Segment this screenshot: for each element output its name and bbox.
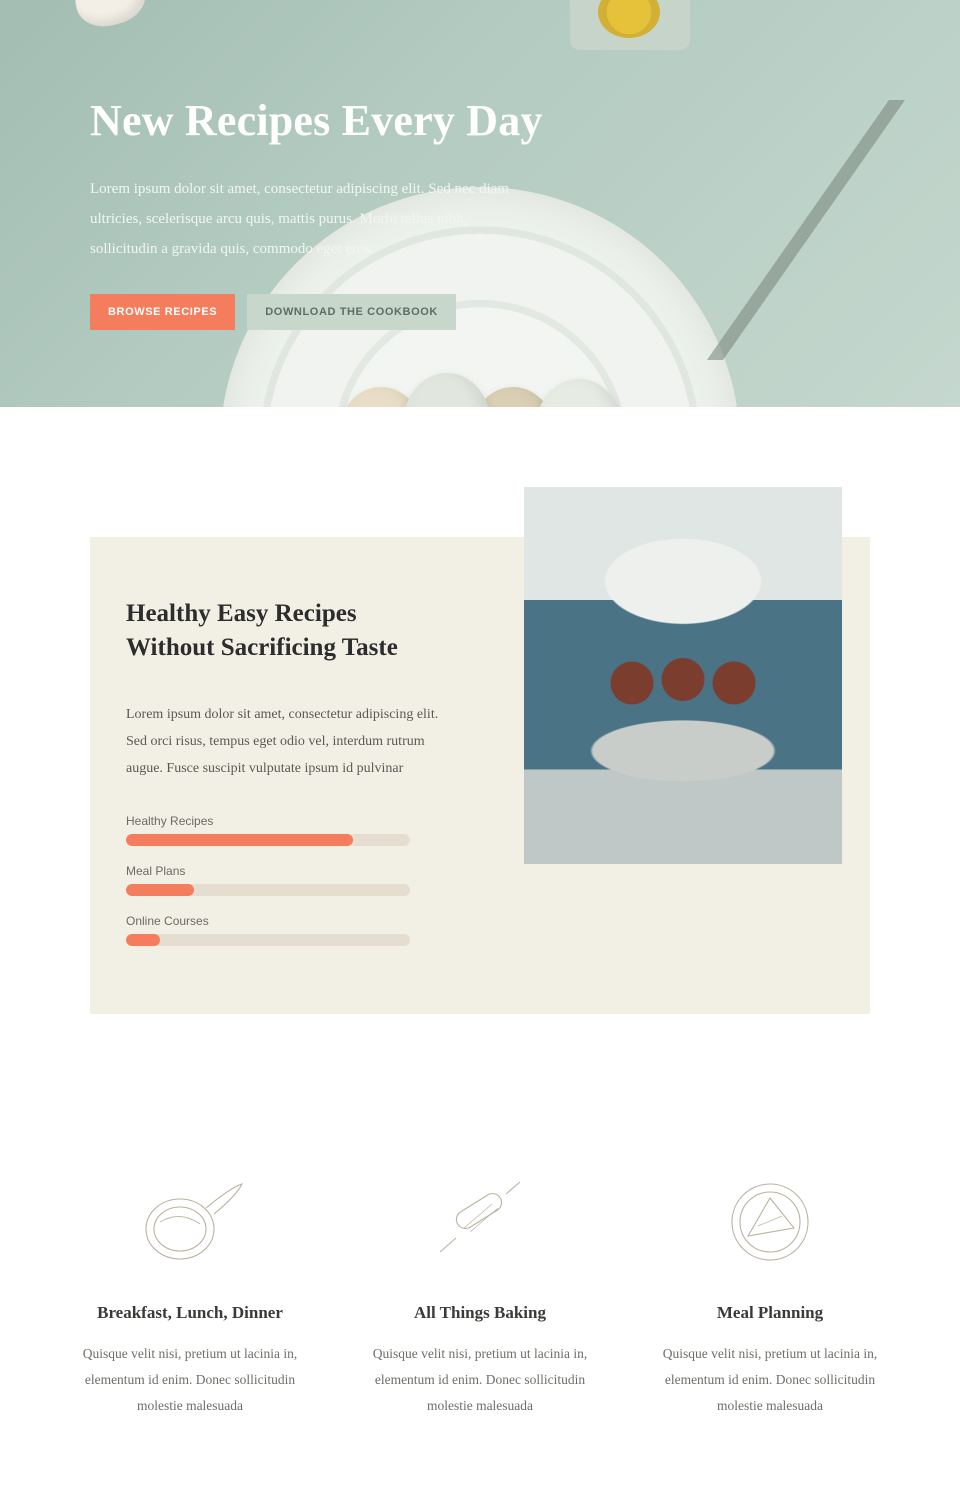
plate-crepe-icon [710,1174,830,1269]
progress-label: Online Courses [126,914,446,928]
browse-recipes-button[interactable]: Browse Recipes [90,294,235,330]
progress-meal-plans: Meal Plans [126,864,446,896]
feature-breakfast: Breakfast, Lunch, Dinner Quisque velit n… [70,1174,310,1418]
progress-healthy-recipes: Healthy Recipes [126,814,446,846]
progress-online-courses: Online Courses [126,914,446,946]
progress-track [126,884,410,896]
skillet-icon [130,1174,250,1269]
feature-meal-planning: Meal Planning Quisque velit nisi, pretiu… [650,1174,890,1418]
feature-description: Quisque velit nisi, pretium ut lacinia i… [70,1341,310,1418]
progress-label: Meal Plans [126,864,446,878]
progress-track [126,934,410,946]
progress-track [126,834,410,846]
feature-title: All Things Baking [360,1303,600,1323]
hero-actions: Browse Recipes Download the Cookbook [90,294,560,330]
feature-title: Meal Planning [650,1303,890,1323]
progress-list: Healthy Recipes Meal Plans Online Course… [126,814,446,946]
about-photo [524,487,842,864]
about-title: Healthy Easy Recipes Without Sacrificing… [126,597,446,665]
about-text: Healthy Easy Recipes Without Sacrificing… [126,597,446,946]
feature-description: Quisque velit nisi, pretium ut lacinia i… [360,1341,600,1418]
egg-yolk-decor [570,0,690,50]
download-cookbook-button[interactable]: Download the Cookbook [247,294,456,330]
hero-title: New Recipes Every Day [90,95,560,146]
hero-content: New Recipes Every Day Lorem ipsum dolor … [0,0,560,330]
progress-fill [126,834,353,846]
hero-description: Lorem ipsum dolor sit amet, consectetur … [90,174,520,264]
feature-description: Quisque velit nisi, pretium ut lacinia i… [650,1341,890,1418]
progress-fill [126,934,160,946]
eggs-decor [348,387,612,407]
progress-label: Healthy Recipes [126,814,446,828]
features-section: Breakfast, Lunch, Dinner Quisque velit n… [0,1014,960,1498]
progress-fill [126,884,194,896]
rolling-pin-icon [420,1174,540,1269]
feature-title: Breakfast, Lunch, Dinner [70,1303,310,1323]
hero-section: New Recipes Every Day Lorem ipsum dolor … [0,0,960,407]
about-description: Lorem ipsum dolor sit amet, consectetur … [126,701,446,783]
about-section: Healthy Easy Recipes Without Sacrificing… [0,407,960,1014]
feature-baking: All Things Baking Quisque velit nisi, pr… [360,1174,600,1418]
